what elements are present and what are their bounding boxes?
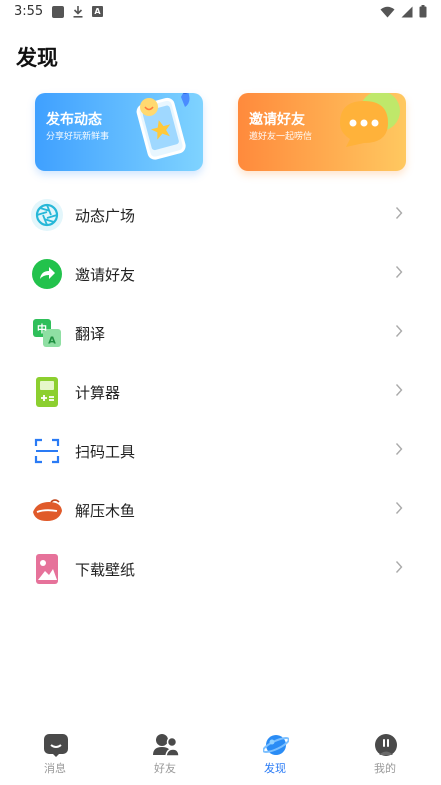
post-card-subtitle: 分享好玩新鲜事 xyxy=(46,132,110,142)
tab-friends[interactable]: 好友 xyxy=(110,725,220,785)
wooden-fish-icon xyxy=(31,494,63,526)
tab-label: 好友 xyxy=(154,762,176,775)
wifi-icon xyxy=(380,6,395,17)
menu-item-translate[interactable]: 中 A 翻译 xyxy=(0,304,441,362)
status-bar: 3:55 A xyxy=(0,0,441,24)
share-arrow-icon xyxy=(31,258,63,290)
menu-item-download-wallpaper[interactable]: 下载壁纸 xyxy=(0,540,441,598)
chevron-right-icon xyxy=(395,325,403,337)
menu-item-label: 动态广场 xyxy=(75,207,136,225)
app-notification-icon xyxy=(52,5,64,18)
translate-icon-zh: 中 xyxy=(37,323,47,336)
menu-item-invite-friends[interactable]: 邀请好友 xyxy=(0,245,441,303)
a-notification-icon: A xyxy=(92,6,103,17)
menu-item-scan-tool[interactable]: 扫码工具 xyxy=(0,422,441,480)
menu-item-label: 计算器 xyxy=(75,384,121,402)
chat-bubble-icon xyxy=(340,93,400,147)
tab-label: 消息 xyxy=(44,762,66,775)
invite-friends-card[interactable]: 邀请好友 邀好友一起唠信 xyxy=(238,93,406,171)
translate-icon-a: A xyxy=(48,336,56,347)
chevron-right-icon xyxy=(395,502,403,514)
menu-item-label: 翻译 xyxy=(75,325,106,343)
post-moment-card[interactable]: 发布动态 分享好玩新鲜事 xyxy=(35,93,203,171)
download-icon xyxy=(73,6,83,18)
tab-label: 发现 xyxy=(264,762,286,775)
status-time: 3:55 xyxy=(14,4,44,19)
translate-icon: 中 A xyxy=(31,317,63,349)
message-icon xyxy=(44,734,68,757)
menu-item-label: 邀请好友 xyxy=(75,266,136,284)
tab-profile[interactable]: 我的 xyxy=(330,725,440,785)
menu-item-label: 扫码工具 xyxy=(75,443,136,461)
phone-star-icon xyxy=(136,93,190,160)
battery-icon xyxy=(419,5,427,18)
status-notification-icons: A xyxy=(52,5,103,18)
friends-icon xyxy=(153,734,179,757)
menu-item-calculator[interactable]: 计算器 xyxy=(0,363,441,421)
menu-item-label: 下载壁纸 xyxy=(75,561,136,579)
profile-icon xyxy=(375,734,397,756)
menu-item-label: 解压木鱼 xyxy=(75,502,136,520)
chevron-right-icon xyxy=(395,561,403,573)
tab-label: 我的 xyxy=(374,762,396,775)
menu-item-moments-square[interactable]: 动态广场 xyxy=(0,186,441,244)
invite-card-subtitle: 邀好友一起唠信 xyxy=(249,132,313,142)
bottom-tab-bar: 消息 好友 发现 我的 xyxy=(0,725,441,785)
planet-icon xyxy=(263,735,289,755)
page-title: 发现 xyxy=(16,46,58,70)
status-system-icons xyxy=(380,5,427,18)
chevron-right-icon xyxy=(395,443,403,455)
tab-discover[interactable]: 发现 xyxy=(220,725,330,785)
chevron-right-icon xyxy=(395,266,403,278)
tab-messages[interactable]: 消息 xyxy=(0,725,110,785)
chevron-right-icon xyxy=(395,207,403,219)
chevron-right-icon xyxy=(395,384,403,396)
aperture-icon xyxy=(31,199,63,231)
menu-item-wooden-fish[interactable]: 解压木鱼 xyxy=(0,481,441,539)
calculator-icon xyxy=(31,376,63,408)
invite-card-title: 邀请好友 xyxy=(249,112,305,128)
scan-icon xyxy=(31,435,63,467)
signal-icon xyxy=(401,6,413,17)
wallpaper-icon xyxy=(31,553,63,585)
post-card-title: 发布动态 xyxy=(46,112,102,128)
